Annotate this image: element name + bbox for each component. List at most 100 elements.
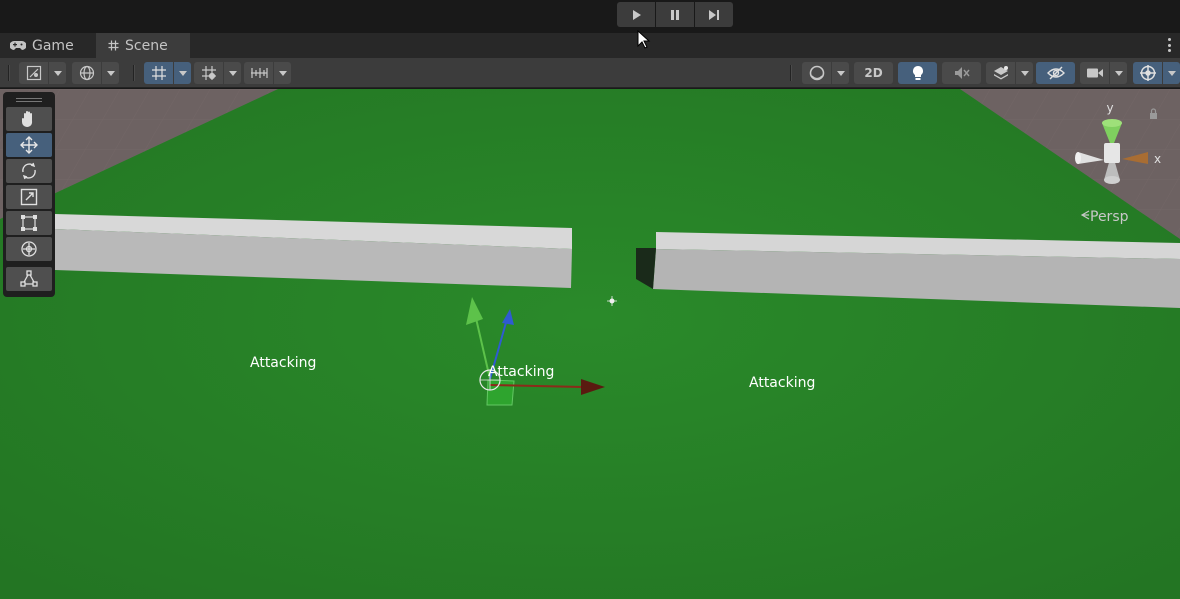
pause-icon: [671, 9, 679, 20]
rect-tool-button[interactable]: [6, 211, 52, 235]
chevron-down-icon: [278, 70, 287, 76]
ruler-button[interactable]: [244, 62, 274, 84]
scale-tool-button[interactable]: [6, 185, 52, 209]
hand-tool-button[interactable]: [6, 107, 52, 131]
more-options-icon[interactable]: [1166, 38, 1172, 52]
grid-icon: [151, 66, 166, 80]
scene-view-caret[interactable]: [102, 62, 119, 84]
tab-scene-label: Scene: [125, 37, 168, 54]
chevron-down-icon: [228, 70, 237, 76]
layers-icon: [993, 66, 1008, 80]
gizmo-icon: [1139, 65, 1156, 81]
play-icon: [633, 9, 641, 20]
effects-dropdown[interactable]: [986, 62, 1033, 84]
camera-icon: [1086, 68, 1103, 78]
rotate-icon: [22, 162, 36, 180]
draw-mode-dropdown[interactable]: [19, 62, 66, 84]
attacking-label: Attacking: [749, 375, 816, 391]
gizmos-caret[interactable]: [1163, 62, 1180, 84]
orientation-gizmo[interactable]: y x: [1070, 95, 1170, 195]
lightbulb-icon: [912, 66, 923, 80]
chevron-down-icon: [1114, 70, 1123, 76]
pause-button[interactable]: [656, 2, 694, 27]
scene-view-dropdown[interactable]: [72, 62, 119, 84]
scene-render: [0, 89, 1180, 599]
snap-increment-dropdown[interactable]: [194, 62, 241, 84]
move-tool-button[interactable]: [6, 133, 52, 157]
lighting-toggle-button[interactable]: [898, 62, 937, 84]
render-mode-caret[interactable]: [832, 62, 849, 84]
projection-toggle[interactable]: Persp: [1080, 209, 1129, 225]
draw-mode-button[interactable]: [19, 62, 49, 84]
custom-tool-button[interactable]: [6, 267, 52, 291]
lock-icon[interactable]: [1150, 108, 1157, 119]
tab-bar: Game Scene: [0, 33, 1180, 58]
toolbar-grip: [8, 65, 10, 81]
ruler-caret[interactable]: [274, 62, 291, 84]
play-controls: [617, 2, 733, 27]
gizmo-x-cone[interactable]: [1122, 152, 1148, 164]
rect-transform-icon: [21, 215, 37, 231]
hand-icon: [22, 111, 33, 128]
gizmos-toggle-button[interactable]: [1133, 62, 1163, 84]
gamepad-icon: [10, 41, 26, 50]
camera-dropdown[interactable]: [1080, 62, 1127, 84]
chevron-down-icon: [178, 70, 187, 76]
camera-caret[interactable]: [1110, 62, 1127, 84]
scene-view-button[interactable]: [72, 62, 102, 84]
audio-toggle-button[interactable]: [942, 62, 981, 84]
attacking-label: Attacking: [250, 355, 317, 371]
transform-icon: [21, 241, 37, 257]
gizmo-neg-x-cone[interactable]: [1078, 152, 1104, 164]
tools-overlay: [3, 92, 55, 297]
chevron-down-icon: [53, 70, 62, 76]
snap-increment-button[interactable]: [194, 62, 224, 84]
sphere-icon: [809, 65, 824, 81]
grid-snap-dropdown[interactable]: [144, 62, 191, 84]
render-mode-dropdown[interactable]: [802, 62, 849, 84]
projection-label: Persp: [1090, 209, 1129, 225]
effects-button[interactable]: [986, 62, 1016, 84]
gizmo-y-label: y: [1106, 101, 1113, 115]
grid-toggle-button[interactable]: [144, 62, 174, 84]
step-icon: [709, 9, 719, 20]
tools-grip[interactable]: [6, 95, 52, 105]
play-button[interactable]: [617, 2, 655, 27]
scene-viewport[interactable]: Attacking Attacking Attacking y x Persp: [0, 89, 1180, 599]
audio-group: [942, 62, 981, 84]
grid-caret[interactable]: [174, 62, 191, 84]
globe-icon: [79, 65, 94, 81]
eye-slash-icon: [1046, 66, 1065, 80]
scale-icon: [20, 188, 38, 206]
gizmo-x-label: x: [1154, 152, 1161, 166]
toolbar-separator: [790, 65, 792, 81]
chevron-down-icon: [1167, 70, 1176, 76]
effects-caret[interactable]: [1016, 62, 1033, 84]
audio-mute-icon: [954, 67, 970, 79]
hidden-objects-group: [1036, 62, 1075, 84]
mouse-cursor-icon: [637, 30, 651, 49]
mode-2d-group: 2D: [854, 62, 893, 84]
step-button[interactable]: [695, 2, 733, 27]
draw-mode-caret[interactable]: [49, 62, 66, 84]
ruler-dropdown[interactable]: [244, 62, 291, 84]
hidden-objects-toggle-button[interactable]: [1036, 62, 1075, 84]
hash-icon: [108, 40, 119, 51]
snap-increment-caret[interactable]: [224, 62, 241, 84]
mode-2d-button[interactable]: 2D: [854, 62, 893, 84]
shaded-icon: [26, 65, 41, 81]
gizmo-center-cube[interactable]: [1104, 143, 1120, 163]
gizmos-dropdown[interactable]: [1133, 62, 1180, 84]
render-mode-button[interactable]: [802, 62, 832, 84]
camera-button[interactable]: [1080, 62, 1110, 84]
tab-game[interactable]: Game: [0, 33, 94, 58]
ruler-icon: [250, 68, 268, 78]
chevron-left-icon: [1080, 209, 1090, 225]
transform-tool-button[interactable]: [6, 237, 52, 261]
scene-toolbar: 2D: [0, 58, 1180, 88]
tab-scene[interactable]: Scene: [96, 33, 190, 58]
ground-plane: [0, 89, 1180, 599]
chevron-down-icon: [106, 70, 115, 76]
plane-handle[interactable]: [486, 379, 515, 406]
rotate-tool-button[interactable]: [6, 159, 52, 183]
